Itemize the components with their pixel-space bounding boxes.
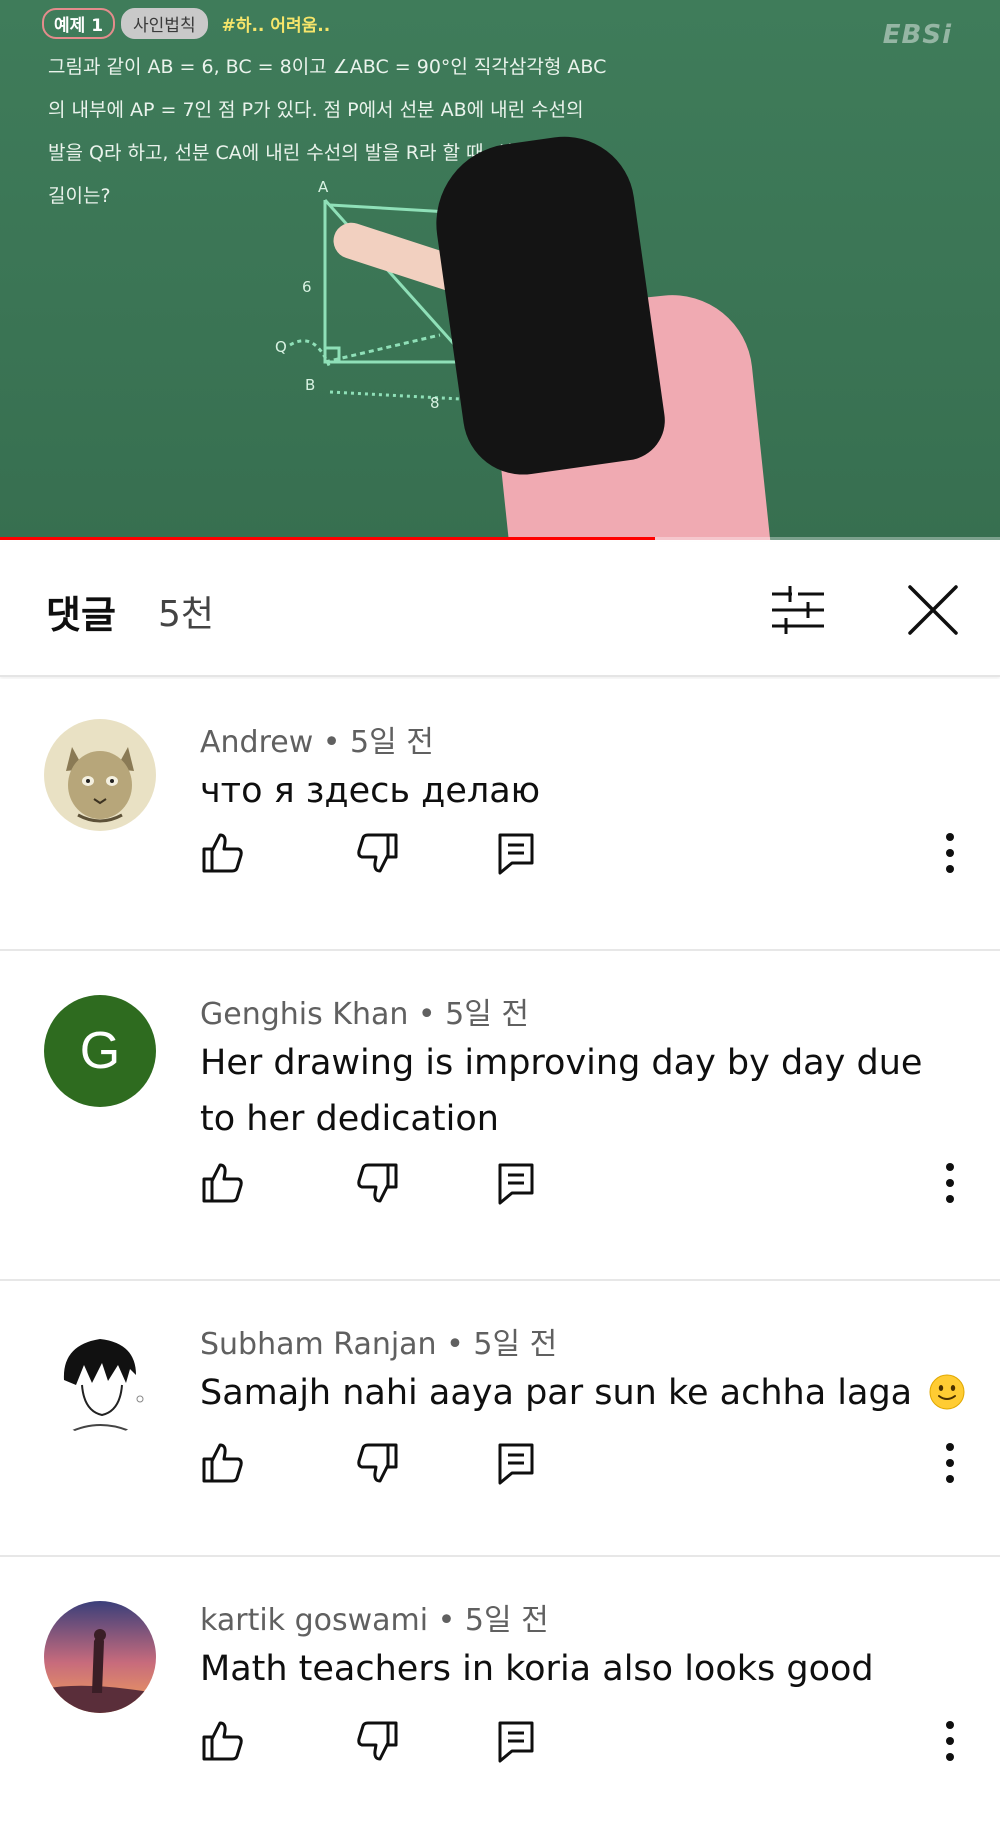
comment-item: kartik goswami • 5일 전 Math teachers in k…	[0, 1557, 1000, 1826]
video-progress-fill	[0, 537, 655, 540]
comments-header: 댓글 5천	[0, 542, 1000, 677]
comment-time: 5일 전	[445, 997, 529, 1032]
reply-icon[interactable]	[492, 829, 540, 877]
more-vertical-icon[interactable]	[936, 829, 964, 877]
comment-time: 5일 전	[473, 1327, 558, 1362]
thumbs-up-icon[interactable]	[198, 1159, 246, 1207]
thumbs-down-icon[interactable]	[354, 1159, 402, 1207]
comment-item: G Genghis Khan • 5일 전 Her drawing is imp…	[0, 951, 1000, 1281]
reply-icon[interactable]	[492, 1159, 540, 1207]
close-x-icon[interactable]	[905, 582, 961, 638]
comments-title: 댓글	[46, 593, 116, 637]
sunset-avatar[interactable]	[44, 1601, 156, 1713]
comment-author[interactable]: Genghis Khan	[200, 997, 408, 1032]
comment-item: Andrew • 5일 전 что я здесь делаю	[0, 679, 1000, 951]
comment-meta: kartik goswami • 5일 전	[200, 1595, 549, 1639]
filter-sliders-icon[interactable]	[770, 582, 826, 638]
label-side-bc: 8	[430, 394, 440, 412]
label-q: Q	[275, 338, 287, 356]
reply-icon[interactable]	[492, 1717, 540, 1765]
more-vertical-icon[interactable]	[936, 1439, 964, 1487]
comment-meta: Subham Ranjan • 5일 전	[200, 1319, 557, 1363]
comment-author[interactable]: Subham Ranjan	[200, 1327, 437, 1362]
comment-item: Subham Ranjan • 5일 전 Samajh nahi aaya pa…	[0, 1281, 1000, 1557]
meta-separator: •	[322, 725, 351, 760]
more-vertical-icon[interactable]	[936, 1717, 964, 1765]
label-b: B	[305, 376, 315, 394]
comment-text: Samajh nahi aaya par sun ke achha laga	[200, 1373, 913, 1413]
comment-author[interactable]: kartik goswami	[200, 1603, 428, 1638]
comment-meta: Genghis Khan • 5일 전	[200, 989, 529, 1033]
comment-text: что я здесь делаю	[200, 771, 541, 811]
comment-time: 5일 전	[464, 1603, 549, 1638]
comment-time: 5일 전	[350, 725, 434, 760]
meta-separator: •	[437, 1603, 465, 1638]
meta-separator: •	[417, 997, 446, 1032]
thumbs-down-icon[interactable]	[354, 1439, 402, 1487]
letter-avatar[interactable]: G	[44, 995, 156, 1107]
meta-separator: •	[446, 1327, 474, 1362]
thumbs-up-icon[interactable]	[198, 1439, 246, 1487]
comment-meta: Andrew • 5일 전	[200, 717, 434, 761]
comments-count: 5천	[158, 594, 215, 635]
thumbs-down-icon[interactable]	[354, 1717, 402, 1765]
avatar-letter: G	[79, 1022, 121, 1080]
video-player[interactable]: 예제 1 사인법칙 #하.. 어려움.. EBSi 그림과 같이 AB = 6,…	[0, 0, 1000, 540]
label-side-ab: 6	[302, 278, 312, 296]
thumbs-up-icon[interactable]	[198, 829, 246, 877]
sketch-avatar[interactable]	[44, 1325, 156, 1437]
more-vertical-icon[interactable]	[936, 1159, 964, 1207]
comment-author[interactable]: Andrew	[200, 725, 313, 760]
thumbs-up-icon[interactable]	[198, 1717, 246, 1765]
cat-avatar[interactable]	[44, 719, 156, 831]
comment-text-row: Samajh nahi aaya par sun ke achha laga	[200, 1365, 990, 1421]
label-a: A	[318, 178, 329, 196]
slightly-smiling-face-icon	[929, 1374, 965, 1410]
thumbs-down-icon[interactable]	[354, 829, 402, 877]
comment-text: Her drawing is improving day by day due …	[200, 1043, 923, 1139]
comment-text: Math teachers in koria also looks good	[200, 1649, 874, 1689]
video-progress-bar[interactable]	[0, 537, 1000, 540]
reply-icon[interactable]	[492, 1439, 540, 1487]
